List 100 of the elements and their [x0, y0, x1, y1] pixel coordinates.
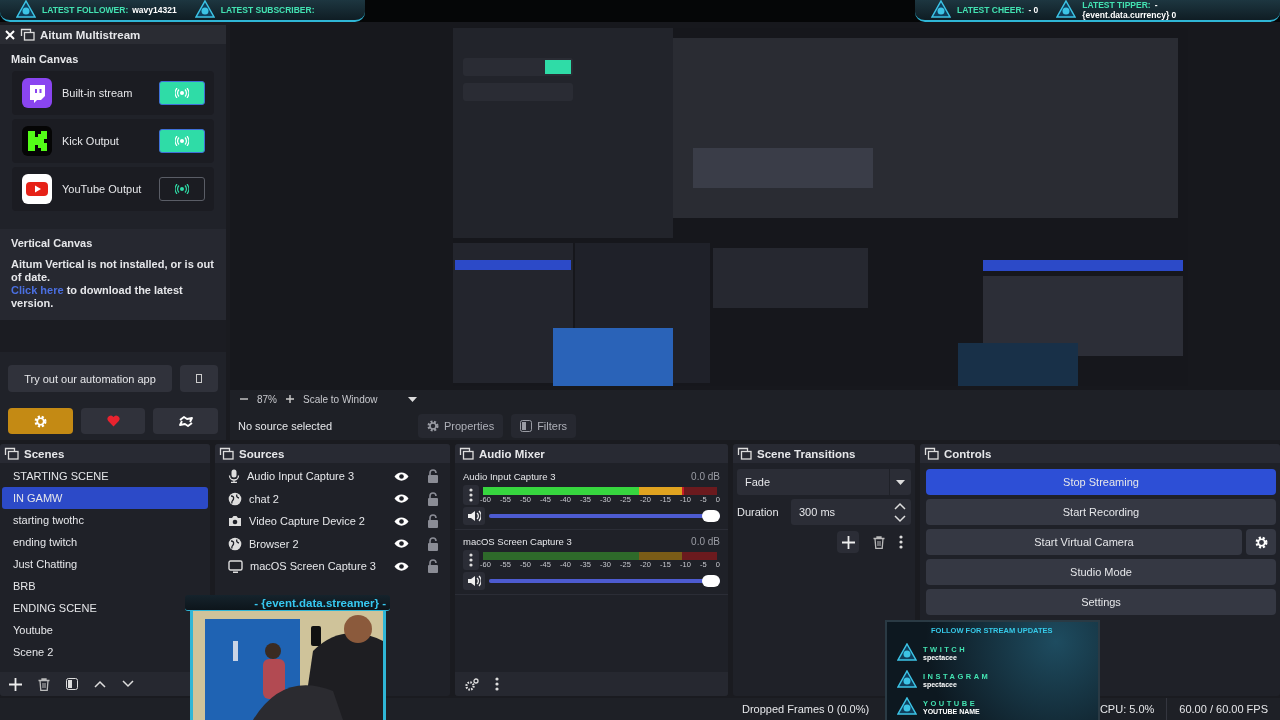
microphone-icon	[228, 469, 240, 484]
broadcast-toggle[interactable]	[159, 177, 205, 201]
broadcast-icon	[175, 184, 189, 194]
control-button[interactable]: Settings	[926, 589, 1276, 615]
alert-label: LATEST SUBSCRIBER:	[220, 5, 315, 15]
selection-status: No source selected	[238, 420, 334, 432]
source-item[interactable]: macOS Screen Capture 3	[250, 560, 387, 573]
filter-icon[interactable]	[66, 678, 78, 690]
gear-icon	[33, 414, 47, 428]
scene-item[interactable]: Just Chatting	[2, 553, 86, 575]
window-icon	[459, 447, 474, 460]
exchange-button[interactable]	[153, 408, 218, 434]
channel-menu-button[interactable]	[463, 550, 479, 570]
camera-icon	[228, 515, 242, 528]
control-button[interactable]: Stop Streaming	[926, 469, 1276, 495]
scene-item[interactable]: Scene 2	[2, 641, 62, 663]
mute-button[interactable]	[463, 507, 485, 525]
broadcast-toggle[interactable]	[159, 81, 205, 105]
zoom-in-icon[interactable]	[286, 395, 294, 403]
monitor-icon	[228, 559, 243, 573]
slider-thumb[interactable]	[702, 575, 720, 587]
gear-icon[interactable]	[464, 677, 479, 691]
control-button[interactable]: Studio Mode	[926, 559, 1276, 585]
dock-title: Sources	[239, 447, 285, 460]
section-heading: Vertical Canvas	[11, 237, 94, 250]
close-icon[interactable]	[5, 29, 15, 40]
unlock-icon[interactable]	[427, 491, 439, 506]
settings-button[interactable]	[1246, 529, 1276, 555]
transition-select[interactable]: Fade	[737, 469, 911, 495]
channel-reading: 0.0 dB	[691, 471, 720, 483]
unlock-icon[interactable]	[427, 559, 439, 574]
decrement-icon[interactable]	[894, 514, 906, 523]
filters-button[interactable]: Filters	[511, 414, 577, 438]
heart-button[interactable]	[80, 408, 146, 434]
window-icon	[737, 447, 752, 460]
chevron-down-icon[interactable]	[122, 680, 134, 688]
scene-item[interactable]: STARTING SCENE	[2, 465, 117, 487]
more-icon[interactable]	[495, 677, 499, 691]
heart-icon	[106, 415, 120, 427]
source-item[interactable]: Audio Input Capture 3	[247, 470, 387, 483]
output-name: Kick Output	[62, 135, 120, 147]
scale-mode-select[interactable]: Scale to Window	[303, 393, 399, 405]
more-icon	[469, 553, 473, 567]
window-icon	[4, 447, 19, 460]
scene-item[interactable]: BRB	[2, 575, 44, 597]
control-button[interactable]: Start Virtual Camera	[926, 529, 1242, 555]
trash-icon[interactable]	[873, 535, 885, 549]
broadcast-toggle[interactable]	[159, 129, 205, 153]
add-icon[interactable]	[9, 677, 22, 691]
unlock-icon[interactable]	[427, 536, 439, 551]
streamer-caption: - {event.data.streamer} -	[254, 596, 386, 609]
eye-icon[interactable]	[394, 560, 409, 572]
section-heading: Main Canvas	[11, 53, 80, 65]
unlock-icon[interactable]	[427, 469, 439, 484]
control-button[interactable]: Start Recording	[926, 499, 1276, 525]
mute-button[interactable]	[463, 572, 485, 590]
output-name: Built-in stream	[62, 87, 134, 99]
more-icon[interactable]	[899, 535, 903, 549]
alert-label: LATEST CHEER:	[957, 5, 1025, 15]
properties-button[interactable]: Properties	[418, 414, 504, 438]
more-icon	[469, 488, 473, 502]
eye-icon[interactable]	[394, 470, 409, 482]
channel-menu-button[interactable]	[463, 485, 479, 505]
logo-icon	[22, 126, 52, 156]
zoom-level: 87%	[257, 393, 277, 405]
eye-icon[interactable]	[394, 493, 409, 505]
slider-thumb[interactable]	[702, 510, 720, 522]
output-name: YouTube Output	[62, 183, 143, 195]
rectangle-icon	[196, 374, 202, 383]
scene-item[interactable]: Youtube	[2, 619, 61, 641]
scene-item[interactable]: IN GAMW	[2, 487, 208, 509]
alert-detail: {event.data.currency} 0	[1082, 10, 1177, 20]
automation-button[interactable]: Try out our automation app	[8, 365, 172, 392]
extra-button[interactable]	[180, 365, 218, 392]
source-item[interactable]: chat 2	[249, 492, 387, 505]
globe-icon	[228, 491, 242, 506]
source-item[interactable]: Video Capture Device 2	[249, 515, 387, 528]
gear-icon	[1254, 535, 1268, 549]
dropped-frames: Dropped Frames 0 (0.0%)	[742, 703, 870, 715]
download-text: Click here to download the latest version.	[11, 284, 184, 310]
eye-icon[interactable]	[394, 515, 409, 527]
scene-item[interactable]: ENDING SCENE	[2, 597, 105, 619]
unlock-icon[interactable]	[427, 514, 439, 529]
chat-bubble-icon	[22, 78, 52, 108]
scene-item[interactable]: ending twitch	[2, 531, 86, 553]
trash-icon[interactable]	[38, 677, 50, 691]
source-item[interactable]: Browser 2	[249, 537, 387, 550]
duration-field[interactable]: 300 ms	[791, 499, 911, 525]
caret-icon	[896, 479, 905, 485]
speaker-icon	[466, 510, 481, 522]
play-icon	[22, 174, 52, 204]
scene-item[interactable]: starting twothc	[2, 509, 92, 531]
dock-title: Aitum Multistream	[40, 28, 141, 41]
window-icon	[20, 28, 35, 41]
increment-icon[interactable]	[894, 501, 906, 510]
alert-label: LATEST FOLLOWER:	[42, 5, 129, 15]
eye-icon[interactable]	[394, 538, 409, 550]
alert-value: - 0	[1028, 5, 1039, 15]
chevron-up-icon[interactable]	[94, 680, 106, 688]
add-button[interactable]	[837, 531, 859, 553]
